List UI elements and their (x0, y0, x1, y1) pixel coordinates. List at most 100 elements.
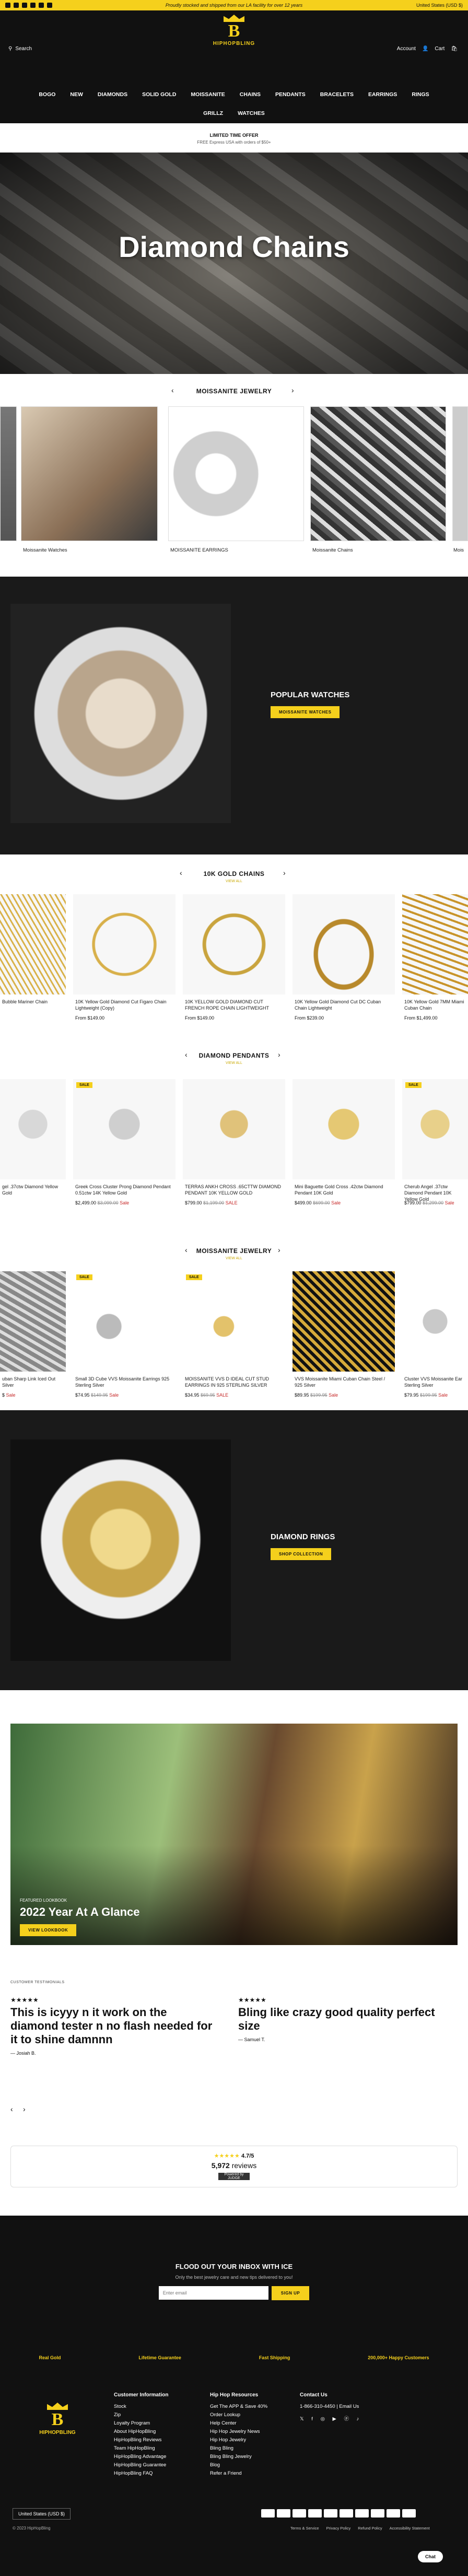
search-button[interactable]: ⚲ Search (8, 46, 32, 52)
footer-link[interactable]: Stock (114, 2403, 168, 2411)
legal-link[interactable]: Accessibility Statement (390, 2526, 430, 2531)
nav-item[interactable]: RINGS (412, 91, 429, 98)
view-all-link[interactable]: VIEW ALL (0, 1061, 468, 1065)
site-logo[interactable]: B HIPHOPBLING (208, 15, 260, 54)
lookbook-banner[interactable]: FEATURED LOOKBOOK 2022 Year At A Glance … (10, 1724, 458, 1945)
product-image[interactable] (73, 1271, 176, 1372)
nav-item[interactable]: BOGO (39, 91, 55, 98)
product-image[interactable] (0, 1271, 66, 1372)
footer-link[interactable]: Hip Hop Jewelry News (210, 2428, 267, 2436)
product-title[interactable]: uban Sharp Link Iced Out Silver (2, 1376, 64, 1388)
product-image[interactable] (0, 1079, 66, 1179)
view-lookbook-button[interactable]: VIEW LOOKBOOK (20, 1924, 77, 1936)
product-title[interactable]: VVS Moissanite Miami Cuban Chain Steel /… (295, 1376, 393, 1388)
nav-item[interactable]: MOISSANITE (191, 91, 225, 98)
collection-tile[interactable] (310, 406, 446, 541)
footer-link[interactable]: About HipHopBling (114, 2428, 168, 2436)
footer-link[interactable]: Zip (114, 2411, 168, 2419)
prev-arrow-icon[interactable]: ‹ (180, 869, 182, 877)
view-all-link[interactable]: VIEW ALL (0, 880, 468, 883)
prev-arrow-icon[interactable]: ‹ (171, 386, 174, 394)
pinterest-icon[interactable] (39, 3, 44, 8)
nav-item[interactable]: NEW (70, 91, 83, 98)
footer-link[interactable]: HipHopBling Guarantee (114, 2461, 168, 2469)
footer-link[interactable]: Hip Hop Jewelry (210, 2436, 267, 2444)
collection-label[interactable]: Mois (453, 547, 464, 553)
collection-label[interactable]: Moissanite Chains (312, 547, 353, 553)
cart-link[interactable]: Cart (435, 46, 444, 52)
nav-item[interactable]: WATCHES (238, 110, 265, 116)
nav-item[interactable]: SOLID GOLD (142, 91, 176, 98)
product-title[interactable]: Bubble Mariner Chain (2, 999, 64, 1005)
instagram-icon[interactable] (22, 3, 27, 8)
footer-link[interactable]: Get The APP & Save 40% (210, 2403, 267, 2411)
sign-up-button[interactable]: SIGN UP (271, 2286, 310, 2300)
product-image[interactable] (183, 1079, 285, 1179)
collection-tile[interactable] (452, 406, 468, 541)
nav-item[interactable]: EARRINGS (368, 91, 397, 98)
moissanite-watches-button[interactable]: MOISSANITE WATCHES (271, 706, 340, 718)
currency-selector[interactable]: United States (USD $) (13, 2508, 71, 2520)
product-image[interactable] (73, 894, 176, 994)
nav-item[interactable]: DIAMONDS (98, 91, 127, 98)
next-arrow-icon[interactable]: › (283, 869, 286, 877)
prev-arrow-icon[interactable]: ‹ (185, 1050, 188, 1059)
nav-item[interactable]: BRACELETS (320, 91, 354, 98)
email-field[interactable] (158, 2286, 268, 2300)
product-image[interactable] (402, 1079, 468, 1179)
next-arrow-icon[interactable]: › (278, 1050, 280, 1059)
footer-link[interactable]: Bling Bling Jewelry (210, 2453, 267, 2461)
view-all-link[interactable]: VIEW ALL (0, 1257, 468, 1260)
currency-selector[interactable]: United States (USD $) (416, 3, 463, 8)
prev-arrow-icon[interactable]: ‹ (185, 1246, 188, 1254)
product-image[interactable] (183, 894, 285, 994)
nav-item[interactable]: PENDANTS (275, 91, 306, 98)
cart-icon[interactable]: 🛍 (451, 46, 458, 52)
next-arrow-icon[interactable]: › (23, 2105, 26, 2113)
collection-label[interactable]: Moissanite Watches (23, 547, 67, 553)
product-title[interactable]: TERRAS ANKH CROSS .65CTTW DIAMOND PENDAN… (185, 1184, 283, 1196)
reviews-widget[interactable]: ★★★★★ 4.7/5 5,972 reviews Powered by JUD… (10, 2146, 458, 2187)
footer-link[interactable]: HipHopBling Advantage (114, 2453, 168, 2461)
product-title[interactable]: Cluster VVS Moissanite Ear Sterling Silv… (404, 1376, 466, 1388)
legal-link[interactable]: Privacy Policy (326, 2526, 351, 2531)
next-arrow-icon[interactable]: › (291, 386, 294, 394)
user-icon[interactable]: 👤 (422, 46, 428, 52)
collection-tile[interactable] (168, 406, 304, 541)
prev-arrow-icon[interactable]: ‹ (10, 2105, 13, 2113)
tiktok-icon[interactable] (47, 3, 52, 8)
contact-phone[interactable]: 1-866-310-4450 | Email Us (300, 2403, 362, 2411)
legal-link[interactable]: Terms & Service (290, 2526, 319, 2531)
product-image[interactable] (402, 1271, 468, 1372)
nav-item[interactable]: GRILLZ (203, 110, 223, 116)
legal-link[interactable]: Refund Policy (358, 2526, 382, 2531)
footer-link[interactable]: HipHopBling Reviews (114, 2436, 168, 2444)
product-title[interactable]: Greek Cross Cluster Prong Diamond Pendan… (75, 1184, 173, 1196)
account-link[interactable]: Account (397, 46, 416, 52)
next-arrow-icon[interactable]: › (278, 1246, 280, 1254)
footer-logo[interactable]: B HIPHOPBLING (31, 2403, 84, 2436)
product-title[interactable]: Cherub Angel .37ctw Diamond Pendant 10K … (404, 1184, 466, 1202)
footer-link[interactable]: Blog (210, 2461, 267, 2469)
collection-label[interactable]: MOISSANITE EARRINGS (170, 547, 228, 553)
product-title[interactable]: 10K Yellow Gold Diamond Cut Figaro Chain… (75, 999, 173, 1011)
footer-link[interactable]: Help Center (210, 2419, 267, 2428)
product-image[interactable] (73, 1079, 176, 1179)
footer-link[interactable]: Team HipHopBling (114, 2444, 168, 2453)
shop-collection-button[interactable]: SHOP COLLECTION (271, 1548, 332, 1560)
product-title[interactable]: Mini Baguette Gold Cross .42ctw Diamond … (295, 1184, 393, 1196)
product-title[interactable]: gel .37ctw Diamond Yellow Gold (2, 1184, 64, 1196)
collection-tile[interactable] (0, 406, 17, 541)
product-image[interactable] (402, 894, 468, 994)
footer-link[interactable]: Order Lookup (210, 2411, 267, 2419)
footer-link[interactable]: Loyalty Program (114, 2419, 168, 2428)
twitter-icon[interactable] (14, 3, 19, 8)
social-icons[interactable]: 𝕏 f ◎ ▶ ⓟ ♪ (300, 2415, 362, 2423)
product-image[interactable] (292, 1079, 395, 1179)
product-title[interactable]: 10K Yellow Gold Diamond Cut DC Cuban Cha… (295, 999, 393, 1011)
youtube-icon[interactable] (30, 3, 36, 8)
chat-button[interactable]: Chat (418, 2551, 443, 2562)
product-image[interactable] (0, 894, 66, 994)
footer-link[interactable]: HipHopBling FAQ (114, 2469, 168, 2478)
product-title[interactable]: 10K Yellow Gold 7MM Miami Cuban Chain (404, 999, 466, 1011)
